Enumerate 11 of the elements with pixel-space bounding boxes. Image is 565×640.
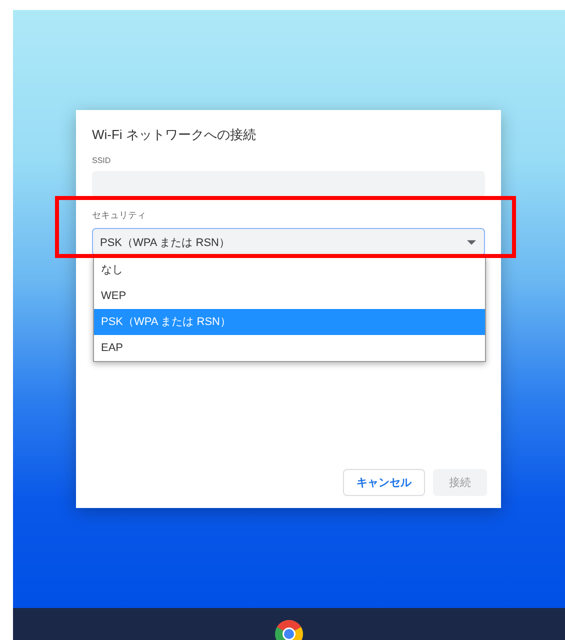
dropdown-option[interactable]: なし [94,257,485,283]
field-label: セキュリティ [92,209,147,222]
caret-icon [467,240,476,244]
browser-icon[interactable] [275,620,303,640]
dropdown-option[interactable]: WEP [94,283,485,309]
field-label: SSID [92,156,112,165]
dropdown-option[interactable]: EAP [94,335,485,361]
cancel-button[interactable]: キャンセル [343,469,425,496]
security-dropdown[interactable]: PSK（WPA または RSN） [92,228,485,256]
dialog-title: Wi-Fi ネットワークへの接続 [92,126,257,144]
ssid-field[interactable] [92,171,485,197]
